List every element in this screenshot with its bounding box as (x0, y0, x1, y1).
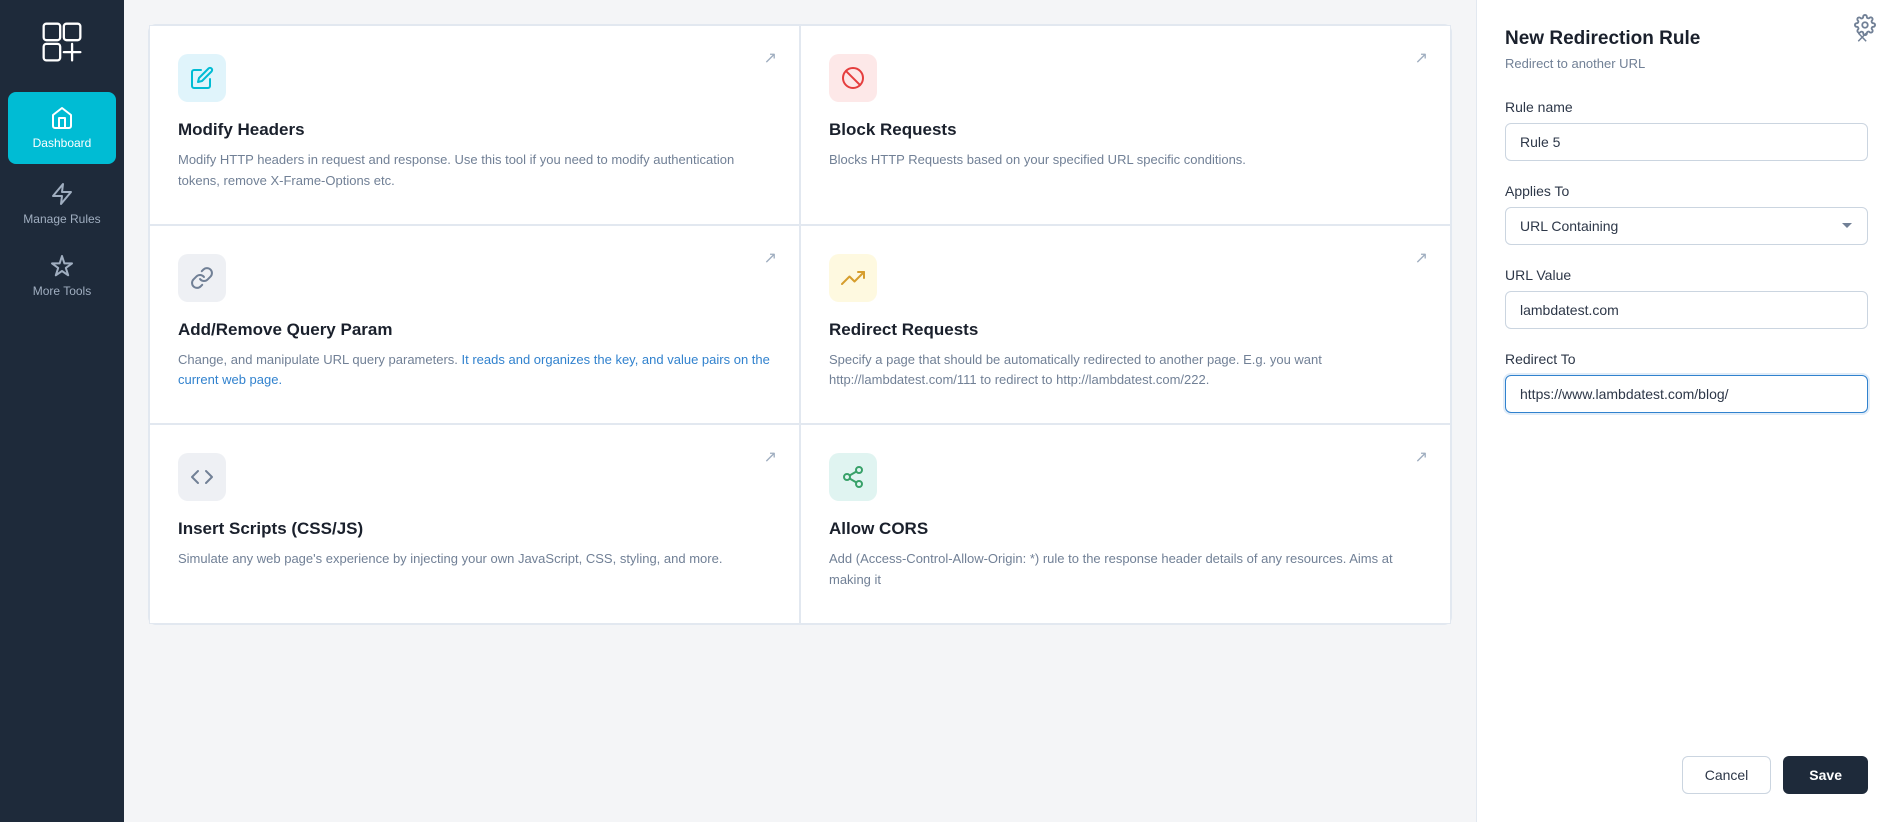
panel-title-wrap: New Redirection Rule (1505, 28, 1700, 50)
modify-headers-icon-wrap (178, 54, 226, 102)
logo (36, 16, 88, 68)
card-block-requests[interactable]: ↗ Block Requests Blocks HTTP Requests ba… (800, 25, 1451, 225)
panel-header: New Redirection Rule × (1505, 28, 1868, 50)
tools-grid: ↗ Modify Headers Modify HTTP headers in … (148, 24, 1452, 625)
card-insert-scripts[interactable]: ↗ Insert Scripts (CSS/JS) Simulate any w… (149, 424, 800, 624)
sidebar-dashboard-label: Dashboard (33, 136, 92, 150)
main-content: ↗ Modify Headers Modify HTTP headers in … (124, 0, 1476, 822)
card-allow-cors[interactable]: ↗ Allow CORS Add (Access-Control-Allow-O… (800, 424, 1451, 624)
url-value-input[interactable] (1505, 291, 1868, 329)
rule-name-label: Rule name (1505, 99, 1868, 115)
right-panel: New Redirection Rule × Redirect to anoth… (1476, 0, 1896, 822)
sidebar-item-more-tools[interactable]: More Tools (0, 240, 124, 312)
card-add-remove-query[interactable]: ↗ Add/Remove Query Param Change, and man… (149, 225, 800, 425)
sidebar-more-tools-label: More Tools (33, 284, 91, 298)
add-remove-query-arrow: ↗ (764, 248, 777, 268)
url-value-label: URL Value (1505, 267, 1868, 283)
card-modify-headers[interactable]: ↗ Modify Headers Modify HTTP headers in … (149, 25, 800, 225)
block-requests-icon-wrap (829, 54, 877, 102)
block-requests-title: Block Requests (829, 120, 1422, 140)
sidebar-item-manage-rules[interactable]: Manage Rules (0, 168, 124, 240)
rule-name-input[interactable] (1505, 123, 1868, 161)
modify-headers-title: Modify Headers (178, 120, 771, 140)
add-remove-query-title: Add/Remove Query Param (178, 320, 771, 340)
allow-cors-arrow: ↗ (1415, 447, 1428, 467)
sidebar-manage-rules-label: Manage Rules (23, 212, 100, 226)
applies-to-label: Applies To (1505, 183, 1868, 199)
insert-scripts-arrow: ↗ (764, 447, 777, 467)
modify-headers-desc: Modify HTTP headers in request and respo… (178, 150, 771, 192)
allow-cors-desc: Add (Access-Control-Allow-Origin: *) rul… (829, 549, 1422, 591)
card-redirect-requests[interactable]: ↗ Redirect Requests Specify a page that … (800, 225, 1451, 425)
panel-subtitle: Redirect to another URL (1505, 56, 1868, 71)
allow-cors-title: Allow CORS (829, 519, 1422, 539)
add-remove-query-icon-wrap (178, 254, 226, 302)
save-button[interactable]: Save (1783, 756, 1868, 794)
applies-to-group: Applies To URL Containing URL Equals URL… (1505, 183, 1868, 245)
top-bar (1854, 14, 1876, 42)
redirect-to-label: Redirect To (1505, 351, 1868, 367)
block-requests-arrow: ↗ (1415, 48, 1428, 68)
url-value-group: URL Value (1505, 267, 1868, 329)
redirect-to-input[interactable] (1505, 375, 1868, 413)
panel-title: New Redirection Rule (1505, 28, 1700, 50)
insert-scripts-title: Insert Scripts (CSS/JS) (178, 519, 771, 539)
redirect-requests-desc: Specify a page that should be automatica… (829, 350, 1422, 392)
gear-button[interactable] (1854, 14, 1876, 42)
rule-name-group: Rule name (1505, 99, 1868, 161)
modify-headers-arrow: ↗ (764, 48, 777, 68)
block-requests-desc: Blocks HTTP Requests based on your speci… (829, 150, 1422, 171)
redirect-to-group: Redirect To (1505, 351, 1868, 413)
cancel-button[interactable]: Cancel (1682, 756, 1772, 794)
redirect-requests-icon-wrap (829, 254, 877, 302)
redirect-requests-arrow: ↗ (1415, 248, 1428, 268)
allow-cors-icon-wrap (829, 453, 877, 501)
add-remove-query-desc: Change, and manipulate URL query paramet… (178, 350, 771, 392)
redirect-requests-title: Redirect Requests (829, 320, 1422, 340)
applies-to-select[interactable]: URL Containing URL Equals URL Starts Wit… (1505, 207, 1868, 245)
sidebar-item-dashboard[interactable]: Dashboard (8, 92, 116, 164)
sidebar: Dashboard Manage Rules More Tools (0, 0, 124, 822)
insert-scripts-icon-wrap (178, 453, 226, 501)
insert-scripts-desc: Simulate any web page's experience by in… (178, 549, 771, 570)
panel-actions: Cancel Save (1505, 736, 1868, 794)
